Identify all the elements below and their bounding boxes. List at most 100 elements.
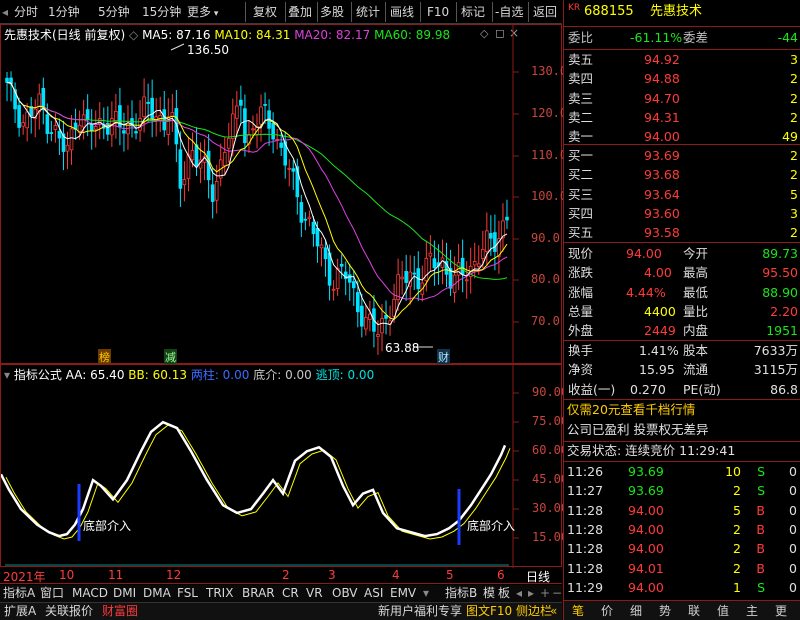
toolbar-mark[interactable]: 标记 bbox=[461, 3, 485, 21]
candle-body bbox=[351, 281, 356, 289]
tab-template[interactable]: 模 bbox=[483, 585, 495, 602]
candle-body bbox=[17, 105, 21, 128]
candle-body bbox=[194, 144, 199, 166]
event-badge[interactable]: 财 bbox=[437, 349, 450, 365]
promo-text[interactable]: 仅需20元查看千档行情 bbox=[567, 400, 695, 420]
candle-body bbox=[323, 247, 328, 260]
tick-row: 11:28 94.01 2 B 0 bbox=[564, 559, 800, 579]
candle-body bbox=[335, 267, 340, 290]
tab-vr[interactable]: VR bbox=[306, 585, 323, 602]
minus-icon[interactable]: − bbox=[552, 585, 562, 602]
candle-body bbox=[347, 274, 352, 283]
panel-tab[interactable]: 笔 bbox=[572, 602, 584, 619]
bid-row[interactable]: 买一 93.69 2 bbox=[564, 146, 800, 166]
stat-row: 现价 94.00 今开 89.73 bbox=[564, 244, 800, 264]
tab-cr[interactable]: CR bbox=[282, 585, 299, 602]
candle-body bbox=[178, 149, 183, 189]
tab-indicator-b[interactable]: 指标B bbox=[445, 585, 477, 602]
candle-body bbox=[134, 131, 138, 134]
bid-row[interactable]: 买四 93.60 3 bbox=[564, 204, 800, 224]
panel-tab[interactable]: 势 bbox=[659, 602, 671, 619]
indicator-chart[interactable]: ▾ 指标公式 AA: 65.40 BB: 60.13 两柱: 0.00 底介: … bbox=[0, 364, 568, 568]
date-label: 5 bbox=[446, 568, 454, 582]
tab-f10-graphic[interactable]: 图文F10 bbox=[466, 603, 512, 620]
toolbar-f10[interactable]: F10 bbox=[427, 3, 449, 21]
candle-body bbox=[231, 113, 235, 139]
low-marker-label: 63.88 bbox=[385, 341, 420, 355]
toolbar-multi[interactable]: 多股 bbox=[320, 3, 344, 21]
toolbar-overlay[interactable]: 叠加 bbox=[288, 3, 312, 21]
ask-volume: 3 bbox=[790, 52, 798, 67]
ask-row[interactable]: 卖三 94.70 2 bbox=[564, 89, 800, 109]
period-label[interactable]: 日线 bbox=[526, 568, 550, 585]
y-tick-label: 70.0 bbox=[531, 314, 560, 328]
tab-window[interactable]: 窗口 bbox=[40, 585, 64, 602]
tab-asi[interactable]: ASI bbox=[364, 585, 383, 602]
tab-board[interactable]: 板 bbox=[498, 585, 510, 602]
tab-emv[interactable]: EMV bbox=[390, 585, 416, 602]
toolbar-more[interactable]: 更多 ▾ bbox=[187, 3, 218, 21]
toolbar-stats[interactable]: 统计 bbox=[356, 3, 380, 21]
new-user-promo[interactable]: 新用户福利专享 bbox=[378, 603, 462, 620]
candle-body bbox=[392, 299, 396, 317]
toolbar-adjust[interactable]: 复权 bbox=[253, 3, 277, 21]
tab-indicator-a[interactable]: 指标A bbox=[3, 585, 35, 602]
ask-row[interactable]: 卖二 94.31 2 bbox=[564, 108, 800, 128]
toolbar-back[interactable]: 返回 bbox=[533, 3, 557, 21]
tab-brar[interactable]: BRAR bbox=[242, 585, 275, 602]
panel-tab[interactable]: 联 bbox=[688, 602, 700, 619]
tab-dmi[interactable]: DMI bbox=[113, 585, 136, 602]
toolbar-1min[interactable]: 1分钟 bbox=[48, 3, 80, 21]
tab-wealth-circle[interactable]: 财富圈 bbox=[102, 603, 138, 620]
event-badge[interactable]: 减 bbox=[164, 349, 177, 365]
tick-volume: 2 bbox=[733, 560, 741, 576]
chevron-down-icon[interactable]: ▾ bbox=[423, 585, 429, 602]
toolbar-draw[interactable]: 画线 bbox=[390, 3, 414, 21]
stock-name: 先惠技术 bbox=[650, 4, 703, 19]
ask-row[interactable]: 卖五 94.92 3 bbox=[564, 50, 800, 70]
bid-row[interactable]: 买三 93.64 5 bbox=[564, 185, 800, 205]
scroll-left-icon[interactable]: ◂ bbox=[516, 585, 522, 602]
candle-body bbox=[376, 334, 380, 337]
tab-macd[interactable]: MACD bbox=[72, 585, 108, 602]
add-icon[interactable]: + bbox=[540, 585, 550, 602]
kline-chart[interactable]: 先惠技术(日线 前复权) ◇ MA5: 87.16 MA10: 84.31 MA… bbox=[0, 24, 567, 365]
panel-tab[interactable]: 细 bbox=[630, 602, 642, 619]
ask-row[interactable]: 卖四 94.88 2 bbox=[564, 69, 800, 89]
candle-body bbox=[327, 252, 332, 286]
candle-body bbox=[493, 232, 497, 252]
y-tick-label: 130.0 bbox=[531, 64, 568, 78]
event-badge[interactable]: 榜 bbox=[98, 349, 111, 365]
collapse-arrow-icon[interactable]: ◂ bbox=[2, 3, 8, 21]
candle-body bbox=[81, 114, 86, 128]
toolbar-watchlist[interactable]: -自选 bbox=[495, 3, 523, 21]
panel-tabs: 笔价细势联值主更 bbox=[564, 600, 800, 620]
tab-obv[interactable]: OBV bbox=[332, 585, 358, 602]
toolbar-intraday[interactable]: 分时 bbox=[14, 3, 38, 21]
trade-status: 交易状态: 连续竞价 11:29:41 bbox=[567, 443, 736, 458]
panel-tab[interactable]: 价 bbox=[601, 602, 613, 619]
panel-tab[interactable]: 主 bbox=[746, 602, 758, 619]
candle-body bbox=[485, 230, 489, 253]
tick-volume: 1 bbox=[733, 579, 741, 595]
panel-tab[interactable]: 更 bbox=[775, 602, 787, 619]
tab-fsl[interactable]: FSL bbox=[177, 585, 198, 602]
toolbar-15min[interactable]: 15分钟 bbox=[142, 3, 181, 21]
bid-row[interactable]: 买二 93.68 2 bbox=[564, 165, 800, 185]
tab-related-quotes[interactable]: 关联报价 bbox=[45, 603, 93, 620]
promo-row[interactable]: 仅需20元查看千档行情 bbox=[564, 400, 800, 420]
scroll-right-icon[interactable]: ▸ bbox=[528, 585, 534, 602]
tab-extend-a[interactable]: 扩展A bbox=[4, 603, 36, 620]
double-chevron-left-icon[interactable]: « bbox=[550, 603, 557, 620]
panel-tab[interactable]: 值 bbox=[717, 602, 729, 619]
tab-sidebar[interactable]: 侧边栏 bbox=[516, 603, 552, 620]
tick-price: 94.00 bbox=[628, 541, 664, 557]
tick-time: 11:28 bbox=[567, 560, 604, 576]
toolbar-5min[interactable]: 5分钟 bbox=[98, 3, 130, 21]
bid-row[interactable]: 买五 93.58 2 bbox=[564, 223, 800, 243]
tab-dma[interactable]: DMA bbox=[143, 585, 171, 602]
candle-body bbox=[291, 168, 296, 172]
date-label: 2 bbox=[282, 568, 290, 582]
tab-trix[interactable]: TRIX bbox=[206, 585, 233, 602]
candle-body bbox=[53, 125, 58, 130]
